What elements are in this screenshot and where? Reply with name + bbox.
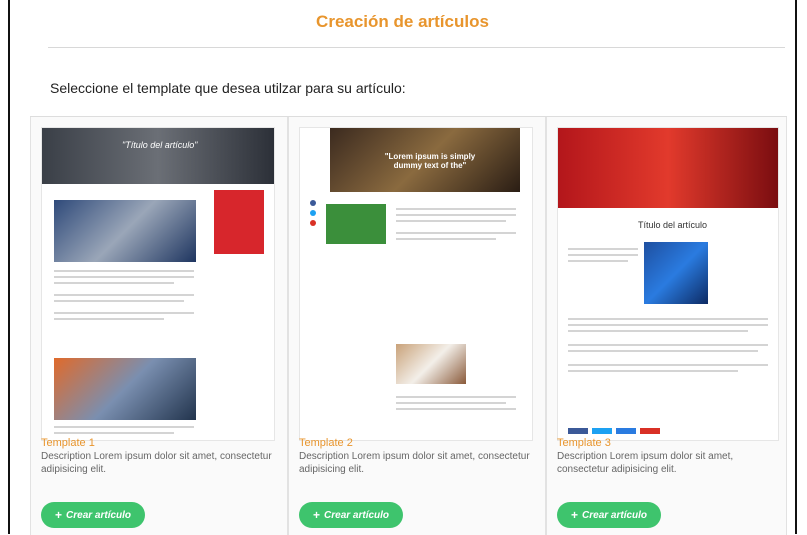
template-3-preview[interactable]: Título del artículo xyxy=(557,127,779,441)
template-card-2[interactable]: "Lorem ipsum is simply dummy text of the… xyxy=(288,117,546,535)
template-1-name: Template 1 xyxy=(41,437,95,449)
preview-header-image xyxy=(42,128,274,184)
google-plus-icon xyxy=(310,220,316,226)
plus-icon: + xyxy=(571,508,579,522)
template-3-description: Description Lorem ipsum dolor sit amet, … xyxy=(557,451,734,475)
create-article-label: Crear artículo xyxy=(66,509,132,521)
template-2-name: Template 2 xyxy=(299,437,353,449)
create-article-label: Crear artículo xyxy=(582,509,648,521)
create-article-button-3[interactable]: + Crear artículo xyxy=(557,502,662,528)
twitter-icon xyxy=(310,210,316,216)
page-subtitle: Seleccione el template que desea utilzar… xyxy=(50,80,406,96)
preview-title: "Título del artículo" xyxy=(122,140,198,150)
preview-ad-image xyxy=(644,242,708,304)
template-2-preview[interactable]: "Lorem ipsum is simply dummy text of the… xyxy=(299,127,533,441)
share-pinterest-icon xyxy=(640,428,660,434)
template-2-description: Description Lorem ipsum dolor sit amet, … xyxy=(299,451,530,475)
template-grid: "Título del artículo" Template 1 Descrip… xyxy=(30,116,787,535)
preview-title: "Lorem ipsum is simply dummy text of the… xyxy=(384,152,476,170)
share-linkedin-icon xyxy=(616,428,636,434)
page-title: Creación de artículos xyxy=(316,12,489,31)
create-article-label: Crear artículo xyxy=(324,509,390,521)
plus-icon: + xyxy=(313,508,321,522)
preview-image-food xyxy=(396,344,466,384)
template-1-preview[interactable]: "Título del artículo" xyxy=(41,127,275,441)
template-1-description: Description Lorem ipsum dolor sit amet, … xyxy=(41,451,272,475)
preview-ad-banner xyxy=(326,204,386,244)
preview-header-image xyxy=(558,128,778,208)
create-article-button-1[interactable]: + Crear artículo xyxy=(41,502,146,528)
template-3-name: Template 3 xyxy=(557,437,611,449)
plus-icon: + xyxy=(55,508,63,522)
template-card-3[interactable]: Título del artículo Template 3 Descripti… xyxy=(546,117,787,535)
facebook-icon xyxy=(310,200,316,206)
preview-image-baseball xyxy=(54,200,196,262)
preview-ad-cocacola xyxy=(214,190,264,254)
template-card-1[interactable]: "Título del artículo" Template 1 Descrip… xyxy=(30,117,288,535)
share-twitter-icon xyxy=(592,428,612,434)
preview-image-players xyxy=(54,358,196,420)
create-article-button-2[interactable]: + Crear artículo xyxy=(299,502,404,528)
preview-title: Título del artículo xyxy=(638,220,708,230)
share-facebook-icon xyxy=(568,428,588,434)
title-divider xyxy=(48,47,785,48)
